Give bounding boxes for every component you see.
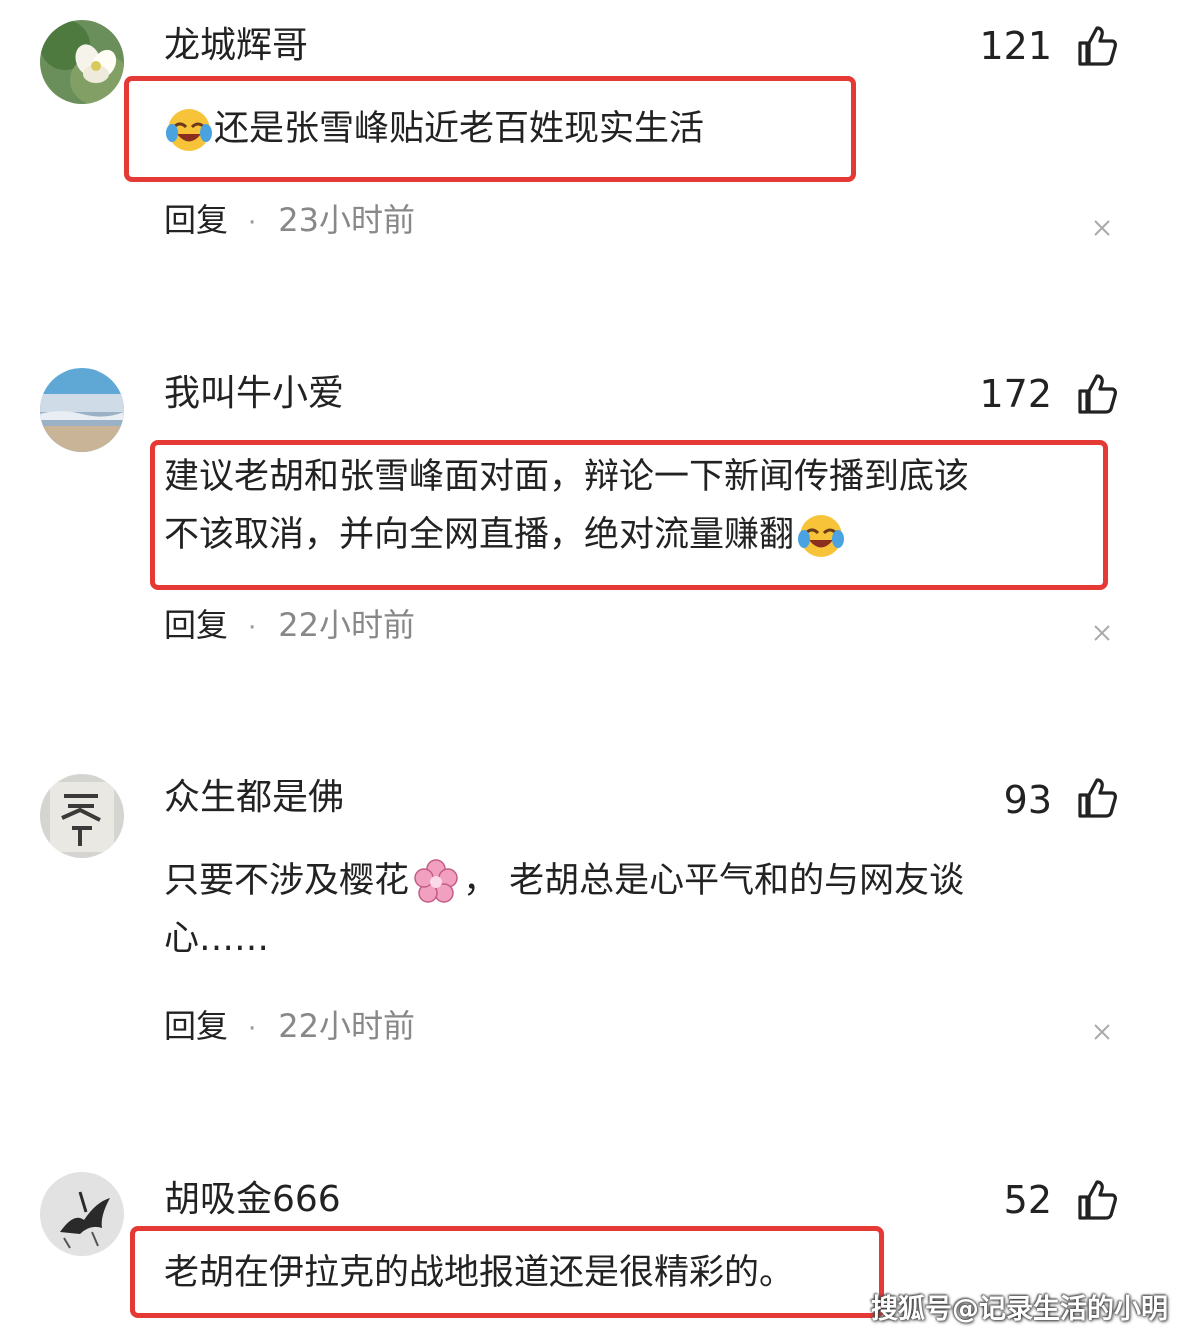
comment-item: 我叫牛小爱 172 建议老胡和张雪峰面对面，辩论一下新闻传播到底该 不该取消，并… (0, 360, 1196, 720)
timestamp: 22小时前 (278, 1007, 416, 1045)
reply-button[interactable]: 回复 (164, 201, 228, 239)
comment-meta: 回复 · 22小时前 (164, 1006, 415, 1049)
like-count: 93 (1003, 778, 1052, 822)
separator-dot: · (248, 613, 257, 643)
timestamp: 23小时前 (278, 201, 416, 239)
comment-text-line: 心…… (164, 919, 270, 959)
comment-text: 建议老胡和张雪峰面对面，辩论一下新闻传播到底该 不该取消，并向全网直播，绝对流量… (164, 448, 969, 564)
avatar[interactable] (40, 368, 124, 452)
separator-dot: · (248, 1014, 257, 1044)
comment-item: 众生都是佛 93 只要不涉及樱花 ， 老胡总是心平气和的与网友谈 心…… 回复 ·… (0, 760, 1196, 1140)
watermark: 搜狐号@记录生活的小明 (871, 1294, 1168, 1325)
thumbs-up-icon[interactable] (1076, 776, 1118, 820)
avatar[interactable] (40, 774, 124, 858)
thumbs-up-icon[interactable] (1076, 1178, 1118, 1222)
comment-meta: 回复 · 22小时前 (164, 605, 415, 648)
close-icon[interactable] (1090, 216, 1114, 240)
comment-text: 只要不涉及樱花 ， 老胡总是心平气和的与网友谈 心…… (164, 852, 964, 968)
thumbs-up-icon[interactable] (1076, 372, 1118, 416)
username[interactable]: 我叫牛小爱 (164, 372, 344, 416)
like-count: 52 (1003, 1178, 1052, 1222)
comment-text-line: 建议老胡和张雪峰面对面，辩论一下新闻传播到底该 (164, 457, 970, 497)
thumbs-up-icon[interactable] (1076, 24, 1118, 68)
reply-button[interactable]: 回复 (164, 1007, 228, 1045)
like-count: 172 (979, 372, 1052, 416)
username[interactable]: 众生都是佛 (164, 776, 344, 820)
reply-button[interactable]: 回复 (164, 606, 228, 644)
separator-dot: · (248, 208, 257, 238)
comment-text-line: 只要不涉及樱花 ， 老胡总是心平气和的与网友谈 (164, 852, 964, 910)
cherry-blossom-emoji-icon (411, 857, 461, 907)
comment-text: 还是张雪峰贴近老百姓现实生活 (164, 100, 704, 158)
comment-text-line: 老胡在伊拉克的战地报道还是很精彩的。 (164, 1253, 795, 1293)
username[interactable]: 胡吸金666 (164, 1178, 341, 1222)
close-icon[interactable] (1090, 1020, 1114, 1044)
comment-text-line: 还是张雪峰贴近老百姓现实生活 (214, 109, 705, 149)
avatar[interactable] (40, 20, 124, 104)
avatar[interactable] (40, 1172, 124, 1256)
comment-text-line: 不该取消，并向全网直播，绝对流量赚翻 (164, 506, 969, 564)
timestamp: 22小时前 (278, 606, 416, 644)
comment-meta: 回复 · 23小时前 (164, 200, 415, 243)
username[interactable]: 龙城辉哥 (164, 24, 308, 68)
like-count: 121 (979, 24, 1052, 68)
laughing-crying-emoji-icon (796, 511, 846, 561)
comment-text: 老胡在伊拉克的战地报道还是很精彩的。 (164, 1244, 794, 1302)
laughing-crying-emoji-icon (164, 105, 214, 155)
comment-item: 龙城辉哥 121 还是张雪峰贴近老百姓现实生活 回复 · 23小时前 (0, 0, 1196, 330)
close-icon[interactable] (1090, 621, 1114, 645)
